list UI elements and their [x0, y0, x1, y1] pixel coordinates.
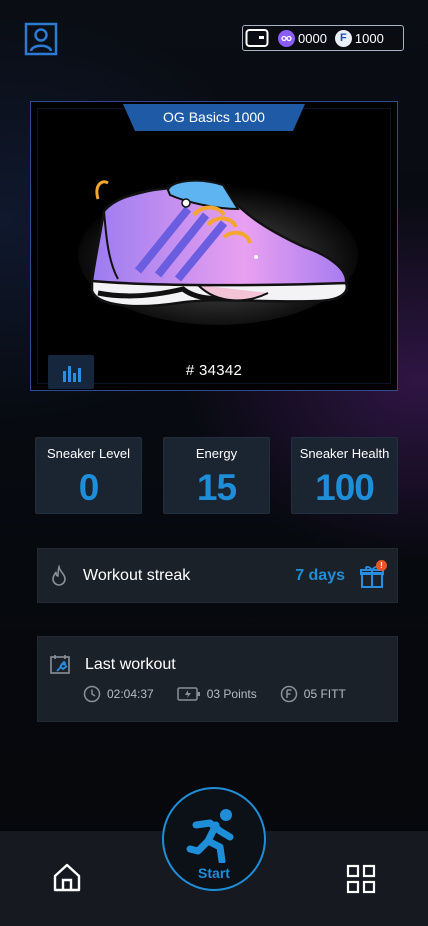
workout-points-value: 03 Points	[206, 687, 257, 701]
stat-label: Energy	[195, 446, 238, 461]
profile-icon	[24, 22, 58, 56]
sneaker-level-stat: Sneaker Level 0	[35, 437, 142, 514]
workout-duration: 02:04:37	[83, 685, 154, 703]
last-workout-card[interactable]: Last workout 02:04:37 03 Points 05 FITT	[37, 636, 398, 722]
wallet-button[interactable]	[244, 27, 270, 49]
streak-days: 7 days	[295, 566, 345, 584]
home-icon	[53, 863, 81, 892]
last-workout-title: Last workout	[85, 656, 176, 673]
sneaker-name-banner: OG Basics 1000	[123, 104, 305, 131]
fitt-token-icon	[280, 685, 298, 703]
workout-duration-value: 02:04:37	[107, 687, 154, 701]
f-token-balance: F 1000	[334, 29, 384, 47]
workout-streak-row[interactable]: Workout streak 7 days !	[37, 548, 398, 603]
notification-badge: !	[376, 559, 387, 571]
purple-token-amount: 0000	[298, 30, 327, 46]
flame-icon	[52, 564, 66, 586]
stat-value: 100	[315, 467, 375, 508]
purple-token-icon	[278, 29, 295, 47]
stat-label: Sneaker Health	[299, 446, 390, 461]
battery-icon	[176, 687, 200, 701]
streak-label: Workout streak	[83, 566, 191, 584]
runner-icon	[186, 809, 234, 863]
workout-fitt: 05 FITT	[280, 685, 346, 703]
grid-icon	[346, 864, 376, 894]
calendar-runner-icon	[50, 655, 70, 674]
clock-icon	[83, 685, 101, 703]
workout-points: 03 Points	[176, 686, 257, 702]
sneaker-health-stat: Sneaker Health 100	[291, 437, 398, 514]
start-workout-button[interactable]: Start	[162, 787, 266, 891]
stat-label: Sneaker Level	[46, 446, 131, 461]
sneaker-name: OG Basics 1000	[163, 109, 265, 125]
menu-grid-button[interactable]	[346, 864, 376, 894]
stat-value: 15	[196, 467, 237, 508]
f-token-icon: F	[334, 29, 352, 47]
last-workout-header: Last workout	[49, 653, 176, 677]
wallet-icon	[245, 29, 269, 47]
sneaker-image	[78, 179, 358, 325]
workout-fitt-value: 05 FITT	[303, 687, 346, 701]
purple-token-balance: 0000	[278, 29, 327, 47]
streak-reward-button[interactable]: !	[359, 559, 387, 589]
profile-button[interactable]	[24, 22, 58, 56]
start-label: Start	[198, 865, 230, 881]
sneaker-display: OG Basics 1000 # 34342	[37, 104, 391, 389]
last-workout-metrics: 02:04:37 03 Points 05 FITT	[83, 685, 387, 703]
energy-stat: Energy 15	[163, 437, 270, 514]
sneaker-card[interactable]: OG Basics 1000 # 34342	[30, 101, 398, 391]
stat-value: 0	[78, 467, 100, 508]
sneaker-token-id: # 34342	[185, 362, 243, 379]
home-button[interactable]	[51, 861, 83, 893]
balance-bar: 0000 F 1000	[242, 25, 404, 51]
f-token-amount: 1000	[354, 30, 384, 46]
